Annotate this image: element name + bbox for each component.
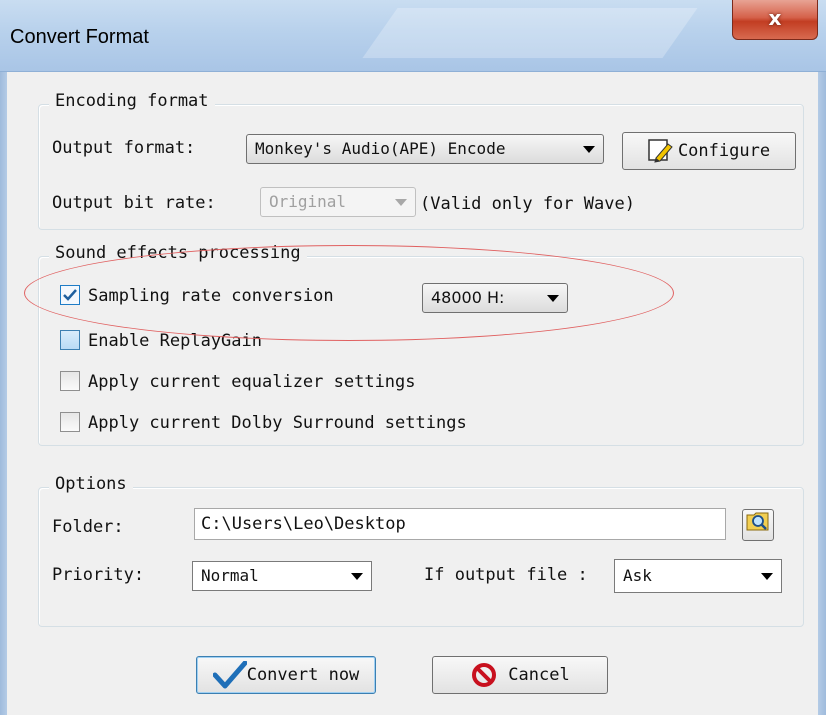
priority-label: Priority: [52, 565, 145, 585]
chevron-down-icon [547, 295, 559, 302]
dolby-label: Apply current Dolby Surround settings [88, 413, 467, 433]
window-border-right [818, 72, 826, 715]
chevron-down-icon [583, 146, 595, 153]
sampling-rate-checkbox[interactable] [60, 285, 80, 305]
priority-select[interactable]: Normal [192, 561, 372, 591]
bit-rate-label: Output bit rate: [52, 193, 216, 213]
sampling-rate-select[interactable]: 48000 H: [422, 283, 568, 313]
bit-rate-value: Original [269, 192, 347, 211]
dolby-checkbox[interactable] [60, 412, 80, 432]
replaygain-label: Enable ReplayGain [88, 331, 262, 351]
edit-pencil-icon [648, 139, 674, 163]
folder-path: C:\Users\Leo\Desktop [201, 514, 406, 534]
options-legend: Options [49, 474, 133, 494]
checkmark-icon [212, 660, 248, 689]
folder-label: Folder: [52, 517, 124, 537]
replaygain-checkbox[interactable] [60, 330, 80, 350]
window-title: Convert Format [10, 26, 149, 48]
window-border-left [0, 72, 7, 715]
sampling-rate-label: Sampling rate conversion [88, 286, 334, 306]
output-format-select[interactable]: Monkey's Audio(APE) Encode [246, 134, 604, 164]
chevron-down-icon [395, 199, 407, 206]
bit-rate-select[interactable]: Original [260, 187, 416, 217]
checkmark-icon [63, 289, 77, 301]
if-output-label: If output file : [424, 565, 588, 585]
close-icon: x [768, 6, 782, 30]
close-button[interactable]: x [732, 0, 818, 40]
equalizer-checkbox[interactable] [60, 371, 80, 391]
output-format-value: Monkey's Audio(APE) Encode [255, 139, 506, 158]
priority-value: Normal [201, 566, 259, 585]
chevron-down-icon [761, 573, 773, 580]
convert-now-button[interactable]: Convert now [196, 656, 376, 694]
folder-input[interactable]: C:\Users\Leo\Desktop [194, 508, 726, 540]
if-output-value: Ask [623, 566, 652, 585]
convert-now-label: Convert now [246, 665, 360, 685]
configure-label: Configure [677, 141, 771, 161]
sound-effects-legend: Sound effects processing [49, 243, 307, 263]
folder-search-icon [746, 510, 770, 542]
title-bar[interactable]: Convert Format x [0, 0, 826, 72]
cancel-label: Cancel [508, 665, 570, 685]
equalizer-label: Apply current equalizer settings [88, 372, 416, 392]
configure-button[interactable]: Configure [622, 132, 796, 170]
bit-rate-note: (Valid only for Wave) [420, 194, 635, 214]
chevron-down-icon [351, 573, 363, 580]
sampling-rate-value: 48000 H: [431, 288, 505, 307]
encoding-format-legend: Encoding format [49, 91, 215, 111]
browse-folder-button[interactable] [742, 509, 774, 541]
if-output-select[interactable]: Ask [614, 559, 782, 593]
output-format-label: Output format: [52, 138, 196, 158]
cancel-button[interactable]: Cancel [432, 656, 608, 694]
prohibited-icon [470, 662, 498, 688]
